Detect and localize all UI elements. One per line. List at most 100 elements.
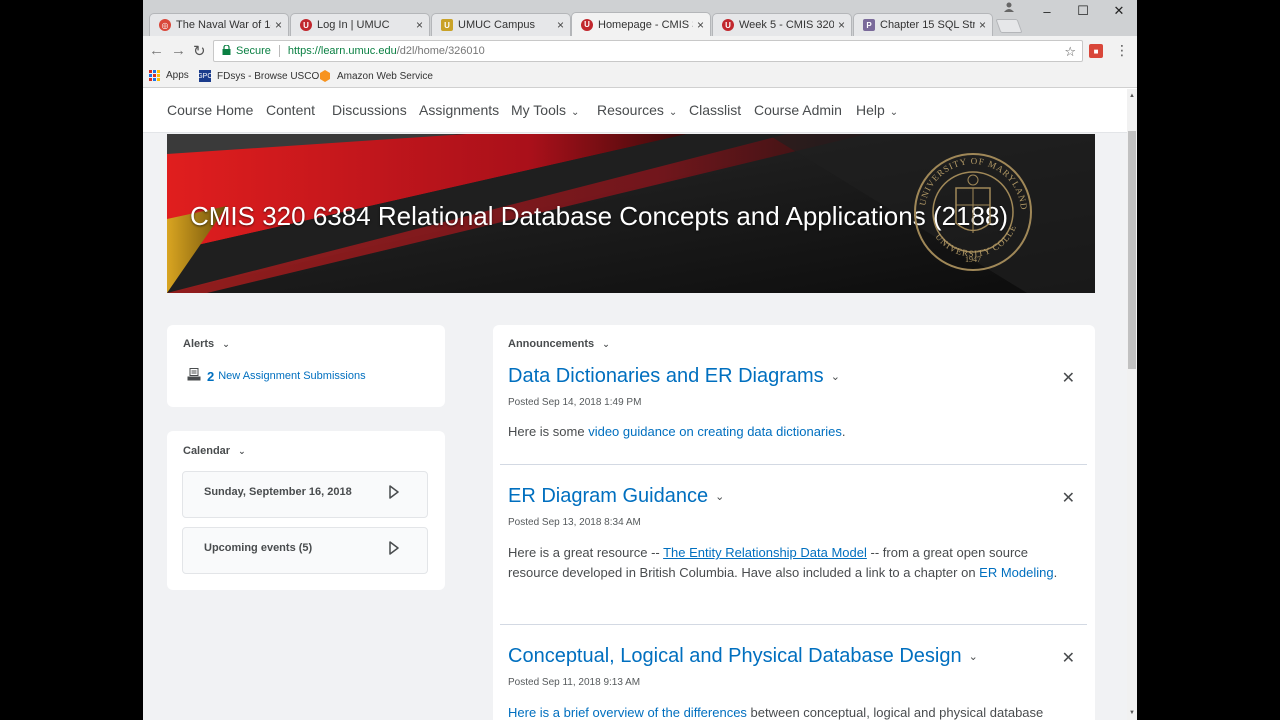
tab-title: Homepage - CMIS 320 [598,18,693,31]
calendar-heading[interactable]: Calendar ⌄ [183,445,246,457]
browser-tab-active[interactable]: U Homepage - CMIS 320 × [571,12,711,36]
minimize-button[interactable]: – [1029,0,1065,22]
posted-date: Posted Sep 14, 2018 1:49 PM [508,397,642,408]
alerts-heading[interactable]: Alerts ⌄ [183,338,230,350]
nav-label: Classlist [689,102,742,118]
assignment-submissions-alert[interactable]: 2 New Assignment Submissions [187,368,366,384]
alert-text: New Assignment Submissions [218,370,366,382]
university-seal-icon: UNIVERSITY OF MARYLAND UNIVERSITY COLLEG… [911,138,1032,271]
browser-tab[interactable]: U Log In | UMUC × [290,13,430,36]
menu-kebab-icon[interactable]: ⋮ [1115,42,1129,59]
tab-close-icon[interactable]: × [416,18,423,32]
calendar-date-toggle[interactable]: Sunday, September 16, 2018 [182,471,428,518]
back-arrow-icon[interactable]: ← [149,42,164,59]
tab-close-icon[interactable]: × [275,18,282,32]
announcement-title[interactable]: ER Diagram Guidance ⌄ [508,485,724,508]
forward-arrow-icon[interactable]: → [171,42,186,59]
nav-label: Assignments [419,102,500,118]
tab-title: Log In | UMUC [317,19,390,31]
title-text: ER Diagram Guidance [508,485,709,507]
page-scrollbar[interactable]: ▲ ▼ [1127,89,1137,720]
body-text: Here is some [508,424,589,439]
nav-classlist[interactable]: Classlist [689,102,741,118]
tab-favicon-icon: ◎ [159,19,171,31]
chevron-down-icon: ⌄ [715,491,725,504]
browser-toolbar: ← → ↻ Secure https://learn.umuc.edu/d2l/… [143,36,1137,66]
scroll-up-icon[interactable]: ▲ [1127,91,1137,101]
tab-close-icon[interactable]: × [979,18,986,32]
tab-title: The Naval War of 1812 [176,19,271,31]
lock-icon [222,43,231,58]
nav-discussions[interactable]: Discussions [332,102,407,118]
announcement-title[interactable]: Conceptual, Logical and Physical Databas… [508,645,978,668]
tab-title: Week 5 - CMIS 320 63 [739,19,834,31]
browser-tab[interactable]: U UMUC Campus × [431,13,571,36]
body-link[interactable]: Here is a brief overview of the differen… [508,705,747,720]
nav-resources[interactable]: Resources ⌄ [597,102,677,118]
nav-label: Resources [597,102,664,118]
dismiss-close-icon[interactable]: ✕ [1062,488,1075,508]
nav-assignments[interactable]: Assignments [419,102,499,118]
chevron-down-icon: ⌄ [889,107,899,118]
upcoming-events-toggle[interactable]: Upcoming events (5) [182,527,428,574]
announcement-title[interactable]: Data Dictionaries and ER Diagrams ⌄ [508,365,840,388]
browser-tab[interactable]: U Week 5 - CMIS 320 63 × [712,13,852,36]
scroll-down-icon[interactable]: ▼ [1127,708,1137,718]
course-banner: CMIS 320 6384 Relational Database Concep… [167,134,1095,293]
body-link[interactable]: video guidance on creating data dictiona… [588,424,842,439]
heading-label: Announcements [508,338,595,350]
tab-close-icon[interactable]: × [697,18,704,32]
web-page: Course Home Content Discussions Assignme… [143,89,1137,720]
title-text: Data Dictionaries and ER Diagrams [508,365,824,387]
scrollbar-thumb[interactable] [1128,131,1136,369]
chevron-down-icon: ⌄ [968,651,978,664]
bookmark-star-icon[interactable]: ☆ [1064,44,1076,60]
profile-icon[interactable] [1003,1,1015,16]
announcement-body: Here is a brief overview of the differen… [508,703,1078,720]
posted-date: Posted Sep 13, 2018 8:34 AM [508,517,641,528]
url-host: https://learn.umuc.edu [287,45,397,57]
posted-date: Posted Sep 11, 2018 9:13 AM [508,677,641,688]
nav-course-home[interactable]: Course Home [167,102,253,118]
browser-window: ◎ The Naval War of 1812 × U Log In | UMU… [143,0,1137,720]
new-tab-button[interactable] [995,19,1023,33]
body-link[interactable]: ER Modeling [979,565,1053,580]
tab-title: Chapter 15 SQL Struct [880,19,975,31]
announcements-heading[interactable]: Announcements ⌄ [508,338,610,350]
bookmark-fdsys[interactable]: GPO FDsys - Browse USCO [197,70,319,82]
chevron-down-icon: ⌄ [668,107,678,118]
body-link[interactable]: The Entity Relationship Data Model [663,545,867,560]
tab-strip: ◎ The Naval War of 1812 × U Log In | UMU… [143,0,1137,36]
nav-help[interactable]: Help ⌄ [856,102,898,118]
address-bar[interactable]: Secure https://learn.umuc.edu/d2l/home/3… [213,40,1083,62]
maximize-button[interactable]: ☐ [1065,0,1101,22]
dismiss-close-icon[interactable]: ✕ [1062,648,1075,668]
gpo-icon: GPO [197,70,213,82]
extension-icon[interactable]: ■ [1089,44,1103,58]
tab-close-icon[interactable]: × [557,18,564,32]
browser-tab[interactable]: P Chapter 15 SQL Struct × [853,13,993,36]
play-arrow-icon [389,541,399,560]
nav-content[interactable]: Content [266,102,315,118]
nav-course-admin[interactable]: Course Admin [754,102,842,118]
tab-close-icon[interactable]: × [838,18,845,32]
play-arrow-icon [389,485,399,504]
title-text: Conceptual, Logical and Physical Databas… [508,645,962,667]
browser-tab[interactable]: ◎ The Naval War of 1812 × [149,13,289,36]
nav-label: Discussions [332,102,407,118]
nav-label: Course Admin [754,102,842,118]
reload-icon[interactable]: ↻ [193,42,206,60]
inbox-icon [187,368,201,384]
secure-label: Secure [236,45,271,57]
close-window-button[interactable]: ✕ [1101,0,1137,22]
tab-favicon-icon: U [441,19,453,31]
bookmark-aws[interactable]: Amazon Web Service [319,70,433,82]
announcement-item: Data Dictionaries and ER Diagrams ⌄ ✕ Pos… [500,360,1087,465]
nav-my-tools[interactable]: My Tools ⌄ [511,102,579,118]
bookmark-apps[interactable]: Apps [149,70,189,81]
chevron-down-icon: ⌄ [222,339,230,349]
nav-label: Help [856,102,885,118]
announcement-item: Conceptual, Logical and Physical Databas… [500,625,1087,720]
announcements-panel: Announcements ⌄ Data Dictionaries and ER … [493,325,1095,720]
dismiss-close-icon[interactable]: ✕ [1062,368,1075,388]
